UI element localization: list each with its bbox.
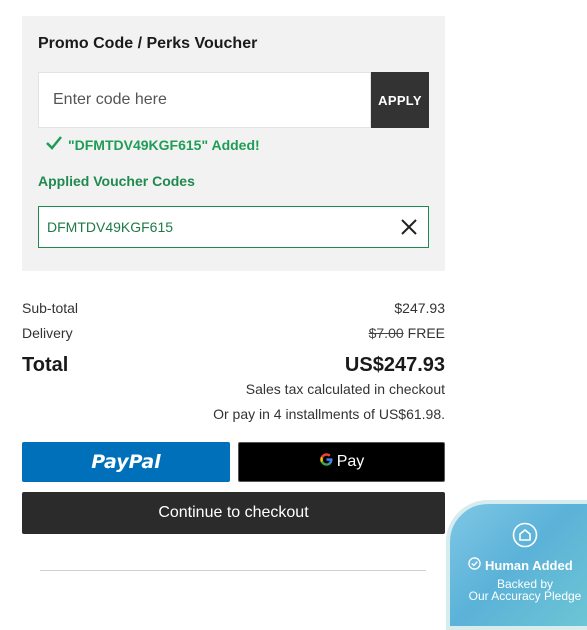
subtotal-row: Sub-total $247.93: [22, 300, 445, 316]
badge-title: Human Added: [485, 557, 573, 573]
delivery-label: Delivery: [22, 325, 73, 341]
google-pay-label: Pay: [336, 453, 365, 470]
check-circle-icon: [468, 557, 481, 573]
promo-title: Promo Code / Perks Voucher: [38, 35, 258, 52]
delivery-original-price: $7.00: [368, 325, 404, 341]
paypal-label: PayPal: [91, 451, 161, 473]
tax-note: Sales tax calculated in checkout: [245, 381, 445, 397]
promo-code-input[interactable]: [38, 72, 371, 128]
delivery-value: FREE: [407, 325, 445, 341]
badge-title-row: Human Added: [468, 557, 573, 573]
total-value: US$247.93: [344, 354, 445, 376]
success-text: "DFMTDV49KGF615" Added!: [68, 136, 260, 153]
badge-background: Human Added Backed by Our Accuracy Pledg…: [446, 500, 587, 630]
total-row: Total US$247.93: [22, 354, 445, 377]
promo-code-panel: Promo Code / Perks Voucher APPLY "DFMTDV…: [22, 16, 445, 271]
google-pay-button[interactable]: Pay: [238, 442, 445, 482]
applied-voucher-chip: DFMTDV49KGF615: [38, 206, 429, 248]
human-added-badge[interactable]: Human Added Backed by Our Accuracy Pledg…: [446, 500, 587, 630]
close-icon[interactable]: [398, 216, 420, 238]
promo-success-message: "DFMTDV49KGF615" Added!: [46, 136, 260, 153]
continue-to-checkout-button[interactable]: Continue to checkout: [22, 492, 445, 534]
total-label: Total: [22, 354, 69, 376]
applied-voucher-code: DFMTDV49KGF615: [47, 219, 174, 235]
delivery-row: Delivery $7.00 FREE: [22, 325, 445, 341]
installments-note[interactable]: Or pay in 4 installments of US$61.98.: [213, 406, 445, 422]
applied-vouchers-label: Applied Voucher Codes: [38, 173, 195, 189]
google-g-icon: [319, 452, 334, 472]
badge-subtitle-line2: Our Accuracy Pledge: [468, 589, 582, 603]
badge-subtitle: Backed by Our Accuracy Pledge: [458, 578, 587, 602]
subtotal-label: Sub-total: [22, 300, 79, 316]
divider: [40, 570, 426, 571]
delivery-value-group: $7.00 FREE: [369, 325, 445, 341]
home-icon: [512, 522, 538, 553]
checkmark-icon: [46, 136, 62, 153]
subtotal-value: $247.93: [394, 300, 445, 316]
paypal-button[interactable]: PayPal: [22, 442, 230, 482]
apply-button[interactable]: APPLY: [371, 72, 429, 128]
